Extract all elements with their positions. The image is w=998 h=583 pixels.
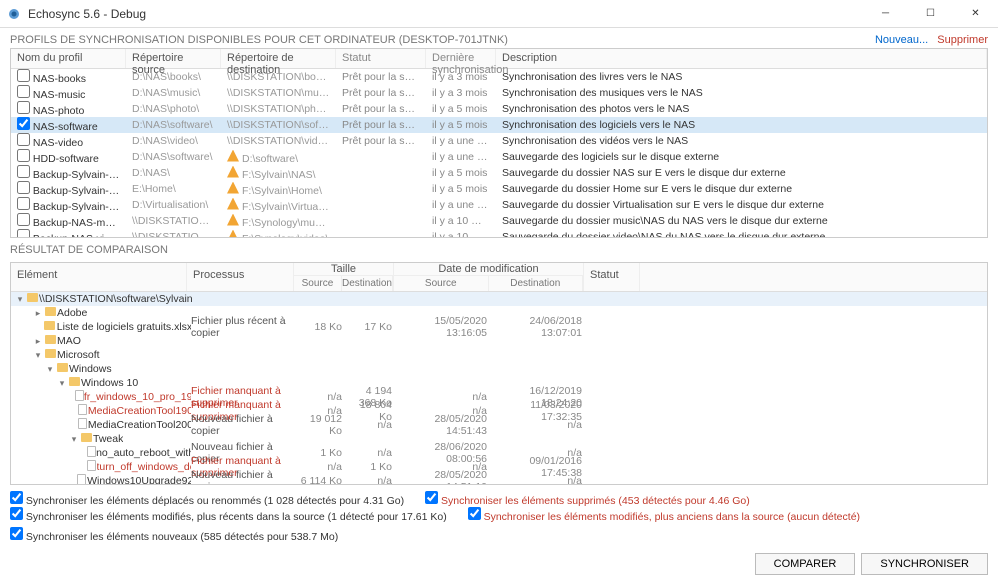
warning-icon bbox=[227, 166, 239, 178]
col-destination[interactable]: Répertoire de destination bbox=[221, 49, 336, 68]
sync-button[interactable]: SYNCHRONISER bbox=[861, 553, 988, 575]
col-date[interactable]: Date de modification bbox=[394, 263, 583, 275]
profile-checkbox[interactable] bbox=[17, 149, 30, 162]
col-description[interactable]: Description bbox=[496, 49, 987, 68]
titlebar: Echosync 5.6 - Debug ─ ☐ ✕ bbox=[0, 0, 998, 28]
folder-icon bbox=[45, 349, 56, 358]
window-title: Echosync 5.6 - Debug bbox=[28, 7, 146, 21]
col-date-source[interactable]: Source bbox=[394, 276, 489, 291]
profile-row[interactable]: NAS-booksD:\NAS\books\\\DISKSTATION\book… bbox=[11, 69, 987, 85]
tree-file[interactable]: turn_off_windows_defender.regFichier man… bbox=[11, 460, 987, 474]
tree-file[interactable]: MediaCreationTool1909.exeFichier manquan… bbox=[11, 404, 987, 418]
profile-row[interactable]: Backup-Sylvain-HomeE:\Home\F:\Sylvain\Ho… bbox=[11, 181, 987, 197]
check-deleted[interactable]: Synchroniser les éléments supprimés (453… bbox=[425, 495, 750, 507]
warning-icon bbox=[227, 198, 239, 210]
profile-checkbox[interactable] bbox=[17, 69, 30, 82]
profile-row[interactable]: Backup-NAS-music\\DISKSTATION\music\NAS\… bbox=[11, 213, 987, 229]
results-panel: Elément Processus Taille SourceDestinati… bbox=[10, 262, 988, 485]
profile-row[interactable]: HDD-softwareD:\NAS\software\D:\software\… bbox=[11, 149, 987, 165]
check-modif-recent-box[interactable] bbox=[10, 507, 23, 520]
folder-icon bbox=[69, 377, 80, 386]
profile-checkbox[interactable] bbox=[17, 117, 30, 130]
warning-icon bbox=[227, 182, 239, 194]
file-icon bbox=[78, 418, 87, 429]
tree-file[interactable]: Liste de logiciels gratuits.xlsxFichier … bbox=[11, 320, 987, 334]
check-modif-old-box[interactable] bbox=[468, 507, 481, 520]
results-header: RÉSULTAT DE COMPARAISON bbox=[10, 244, 168, 256]
profile-checkbox[interactable] bbox=[17, 181, 30, 194]
close-button[interactable]: ✕ bbox=[953, 0, 998, 28]
folder-icon bbox=[27, 293, 38, 302]
tree-root[interactable]: ▾\\DISKSTATION\software\Sylvain bbox=[11, 292, 987, 306]
profiles-header: PROFILS DE SYNCHRONISATION DISPONIBLES P… bbox=[10, 34, 508, 46]
file-icon bbox=[77, 474, 86, 484]
app-icon bbox=[6, 6, 22, 22]
col-size[interactable]: Taille bbox=[294, 263, 393, 275]
check-moved-box[interactable] bbox=[10, 491, 23, 504]
profiles-grid: Nom du profil Répertoire source Répertoi… bbox=[10, 48, 988, 238]
profile-checkbox[interactable] bbox=[17, 229, 30, 238]
profile-row[interactable]: NAS-photoD:\NAS\photo\\\DISKSTATION\phot… bbox=[11, 101, 987, 117]
profile-row[interactable]: Backup-NAS-video\\DISKSTATION\video\NAS\… bbox=[11, 229, 987, 238]
profile-row[interactable]: NAS-musicD:\NAS\music\\\DISKSTATION\musi… bbox=[11, 85, 987, 101]
folder-icon bbox=[44, 321, 55, 330]
tree-folder[interactable]: ▾Microsoft bbox=[11, 348, 987, 362]
check-modif-old[interactable]: Synchroniser les éléments modifiés, plus… bbox=[468, 511, 860, 523]
col-profile-name[interactable]: Nom du profil bbox=[11, 49, 126, 68]
maximize-button[interactable]: ☐ bbox=[908, 0, 953, 28]
folder-icon bbox=[57, 363, 68, 372]
check-new-box[interactable] bbox=[10, 527, 23, 540]
profile-row[interactable]: Backup-Sylvain-NASD:\NAS\F:\Sylvain\NAS\… bbox=[11, 165, 987, 181]
col-result-status[interactable]: Statut bbox=[584, 263, 640, 291]
col-size-dest[interactable]: Destination bbox=[342, 276, 393, 291]
warning-icon bbox=[227, 230, 239, 239]
folder-icon bbox=[81, 433, 92, 442]
profile-checkbox[interactable] bbox=[17, 213, 30, 226]
profile-checkbox[interactable] bbox=[17, 133, 30, 146]
col-element[interactable]: Elément bbox=[11, 263, 187, 291]
folder-icon bbox=[45, 307, 56, 316]
col-process[interactable]: Processus bbox=[187, 263, 294, 291]
profile-row[interactable]: NAS-softwareD:\NAS\software\\\DISKSTATIO… bbox=[11, 117, 987, 133]
file-icon bbox=[87, 460, 96, 471]
folder-icon bbox=[45, 335, 56, 344]
col-status[interactable]: Statut bbox=[336, 49, 426, 68]
profile-checkbox[interactable] bbox=[17, 85, 30, 98]
warning-icon bbox=[227, 214, 239, 226]
file-icon bbox=[75, 390, 84, 401]
delete-profile-link[interactable]: Supprimer bbox=[937, 34, 988, 46]
check-new[interactable]: Synchroniser les éléments nouveaux (585 … bbox=[10, 531, 338, 543]
check-moved[interactable]: Synchroniser les éléments déplacés ou re… bbox=[10, 495, 404, 507]
tree-folder[interactable]: ▾Windows bbox=[11, 362, 987, 376]
profile-row[interactable]: Backup-Sylvain-VirtualisationD:\Virtuali… bbox=[11, 197, 987, 213]
profile-checkbox[interactable] bbox=[17, 101, 30, 114]
profile-row[interactable]: NAS-videoD:\NAS\video\\\DISKSTATION\vide… bbox=[11, 133, 987, 149]
compare-button[interactable]: COMPARER bbox=[755, 553, 856, 575]
minimize-button[interactable]: ─ bbox=[863, 0, 908, 28]
col-last-sync[interactable]: Dernière synchronisation bbox=[426, 49, 496, 68]
tree-file[interactable]: Windows10Upgrade9252.exeNouveau fichier … bbox=[11, 474, 987, 484]
sync-options: Synchroniser les éléments déplacés ou re… bbox=[0, 485, 998, 549]
warning-icon bbox=[227, 150, 239, 162]
profile-checkbox[interactable] bbox=[17, 165, 30, 178]
tree-folder[interactable]: ▾Tweak bbox=[11, 432, 987, 446]
col-size-source[interactable]: Source bbox=[294, 276, 342, 291]
file-icon bbox=[87, 446, 96, 457]
col-date-dest[interactable]: Destination bbox=[489, 276, 584, 291]
profile-checkbox[interactable] bbox=[17, 197, 30, 210]
tree-file[interactable]: MediaCreationTool2004.exeNouveau fichier… bbox=[11, 418, 987, 432]
check-modif-recent[interactable]: Synchroniser les éléments modifiés, plus… bbox=[10, 511, 447, 523]
new-profile-link[interactable]: Nouveau... bbox=[875, 34, 928, 46]
col-source[interactable]: Répertoire source bbox=[126, 49, 221, 68]
check-deleted-box[interactable] bbox=[425, 491, 438, 504]
file-icon bbox=[78, 404, 87, 415]
